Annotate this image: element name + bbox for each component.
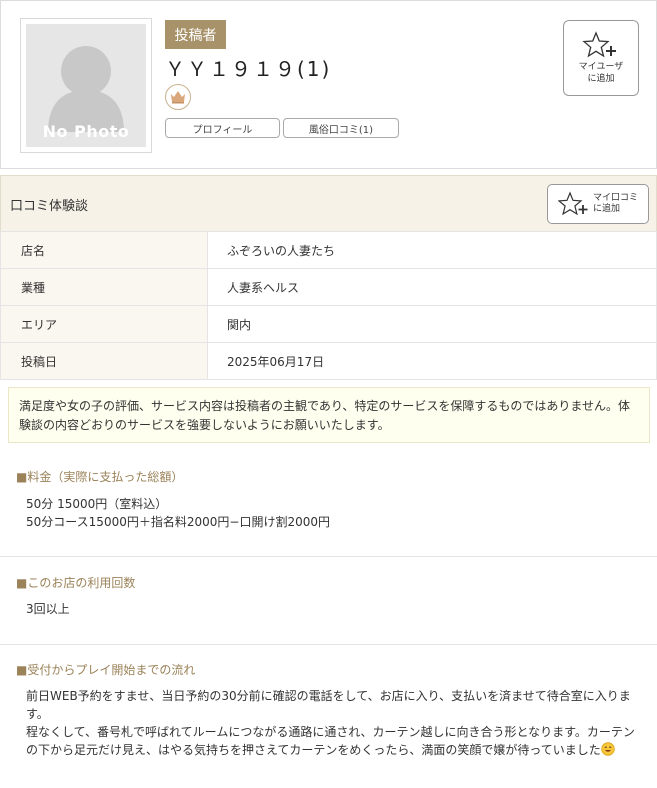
review-info-table: 店名 ふぞろいの人妻たち 業種 人妻系ヘルス エリア 関内 投稿日 2025年0…	[0, 231, 657, 380]
reception-flow-title: ■受付からプレイ開始までの流れ	[16, 663, 196, 677]
area-label: エリア	[0, 305, 208, 343]
review-header: 口コミ体験談 マイ口コミ に追加	[0, 175, 657, 231]
add-my-user-button[interactable]: マイユーザ に追加	[563, 20, 639, 96]
price-section: ■料金（実際に支払った総額） 50分 15000円（室料込） 50分コース150…	[0, 452, 657, 557]
avatar[interactable]: No Photo	[20, 18, 152, 153]
table-row: 投稿日 2025年06月17日	[0, 342, 657, 380]
table-row: 業種 人妻系ヘルス	[0, 268, 657, 306]
add-my-user-label: マイユーザ に追加	[578, 62, 624, 84]
price-section-title: ■料金（実際に支払った総額）	[16, 470, 184, 484]
post-date-label: 投稿日	[0, 342, 208, 380]
reception-flow-paragraph: 程なくして、番号札で呼ばれてルームにつながる通路に通され、カーテン越しに向き合う…	[26, 725, 635, 757]
table-row: エリア 関内	[0, 305, 657, 343]
shop-name-value: ふぞろいの人妻たち	[207, 231, 657, 269]
add-my-review-button[interactable]: マイ口コミ に追加	[547, 184, 649, 224]
reception-flow-section: ■受付からプレイ開始までの流れ 前日WEB予約をすませ、当日予約の30分前に確認…	[0, 645, 657, 788]
price-line: 50分 15000円（室料込）	[26, 497, 168, 511]
star-plus-icon	[582, 31, 616, 58]
profile-button[interactable]: プロフィール	[165, 118, 280, 138]
visit-count-title: ■このお店の利用回数	[16, 576, 136, 590]
price-section-body: 50分 15000円（室料込） 50分コース15000円＋指名料2000円−口開…	[26, 495, 636, 531]
table-row: 店名 ふぞろいの人妻たち	[0, 231, 657, 269]
visit-count-body: 3回以上	[26, 600, 636, 618]
reception-flow-paragraph: 前日WEB予約をすませ、当日予約の30分前に確認の電話をして、お店に入り、支払い…	[26, 689, 631, 721]
disclaimer-notice: 満足度や女の子の評価、サービス内容は投稿者の主観であり、特定のサービスを保障する…	[8, 387, 650, 443]
area-value: 関内	[207, 305, 657, 343]
visit-count-value: 3回以上	[26, 602, 70, 616]
category-label: 業種	[0, 268, 208, 306]
smiling-face-emoji-icon	[601, 742, 615, 756]
add-my-review-label: マイ口コミ に追加	[592, 193, 638, 214]
poster-profile-card: No Photo 投稿者 ＹＹ１９１９(1) プロフィール 風俗口コミ(1) マ…	[0, 0, 657, 169]
poster-badge: 投稿者	[165, 20, 226, 49]
crown-icon	[165, 84, 191, 110]
visit-count-section: ■このお店の利用回数 3回以上	[0, 557, 657, 645]
reviews-button[interactable]: 風俗口コミ(1)	[283, 118, 399, 138]
shop-name-label: 店名	[0, 231, 208, 269]
reception-flow-body: 前日WEB予約をすませ、当日予約の30分前に確認の電話をして、お店に入り、支払い…	[26, 687, 636, 759]
star-plus-icon	[557, 191, 588, 216]
price-detail-line: 50分コース15000円＋指名料2000円−口開け割2000円	[26, 515, 330, 529]
post-date-value: 2025年06月17日	[207, 342, 657, 380]
category-value: 人妻系ヘルス	[207, 268, 657, 306]
no-photo-label: No Photo	[42, 122, 130, 141]
poster-name: ＹＹ１９１９(1)	[165, 57, 332, 81]
avatar-placeholder: No Photo	[26, 24, 146, 147]
review-title: 口コミ体験談	[10, 199, 89, 214]
